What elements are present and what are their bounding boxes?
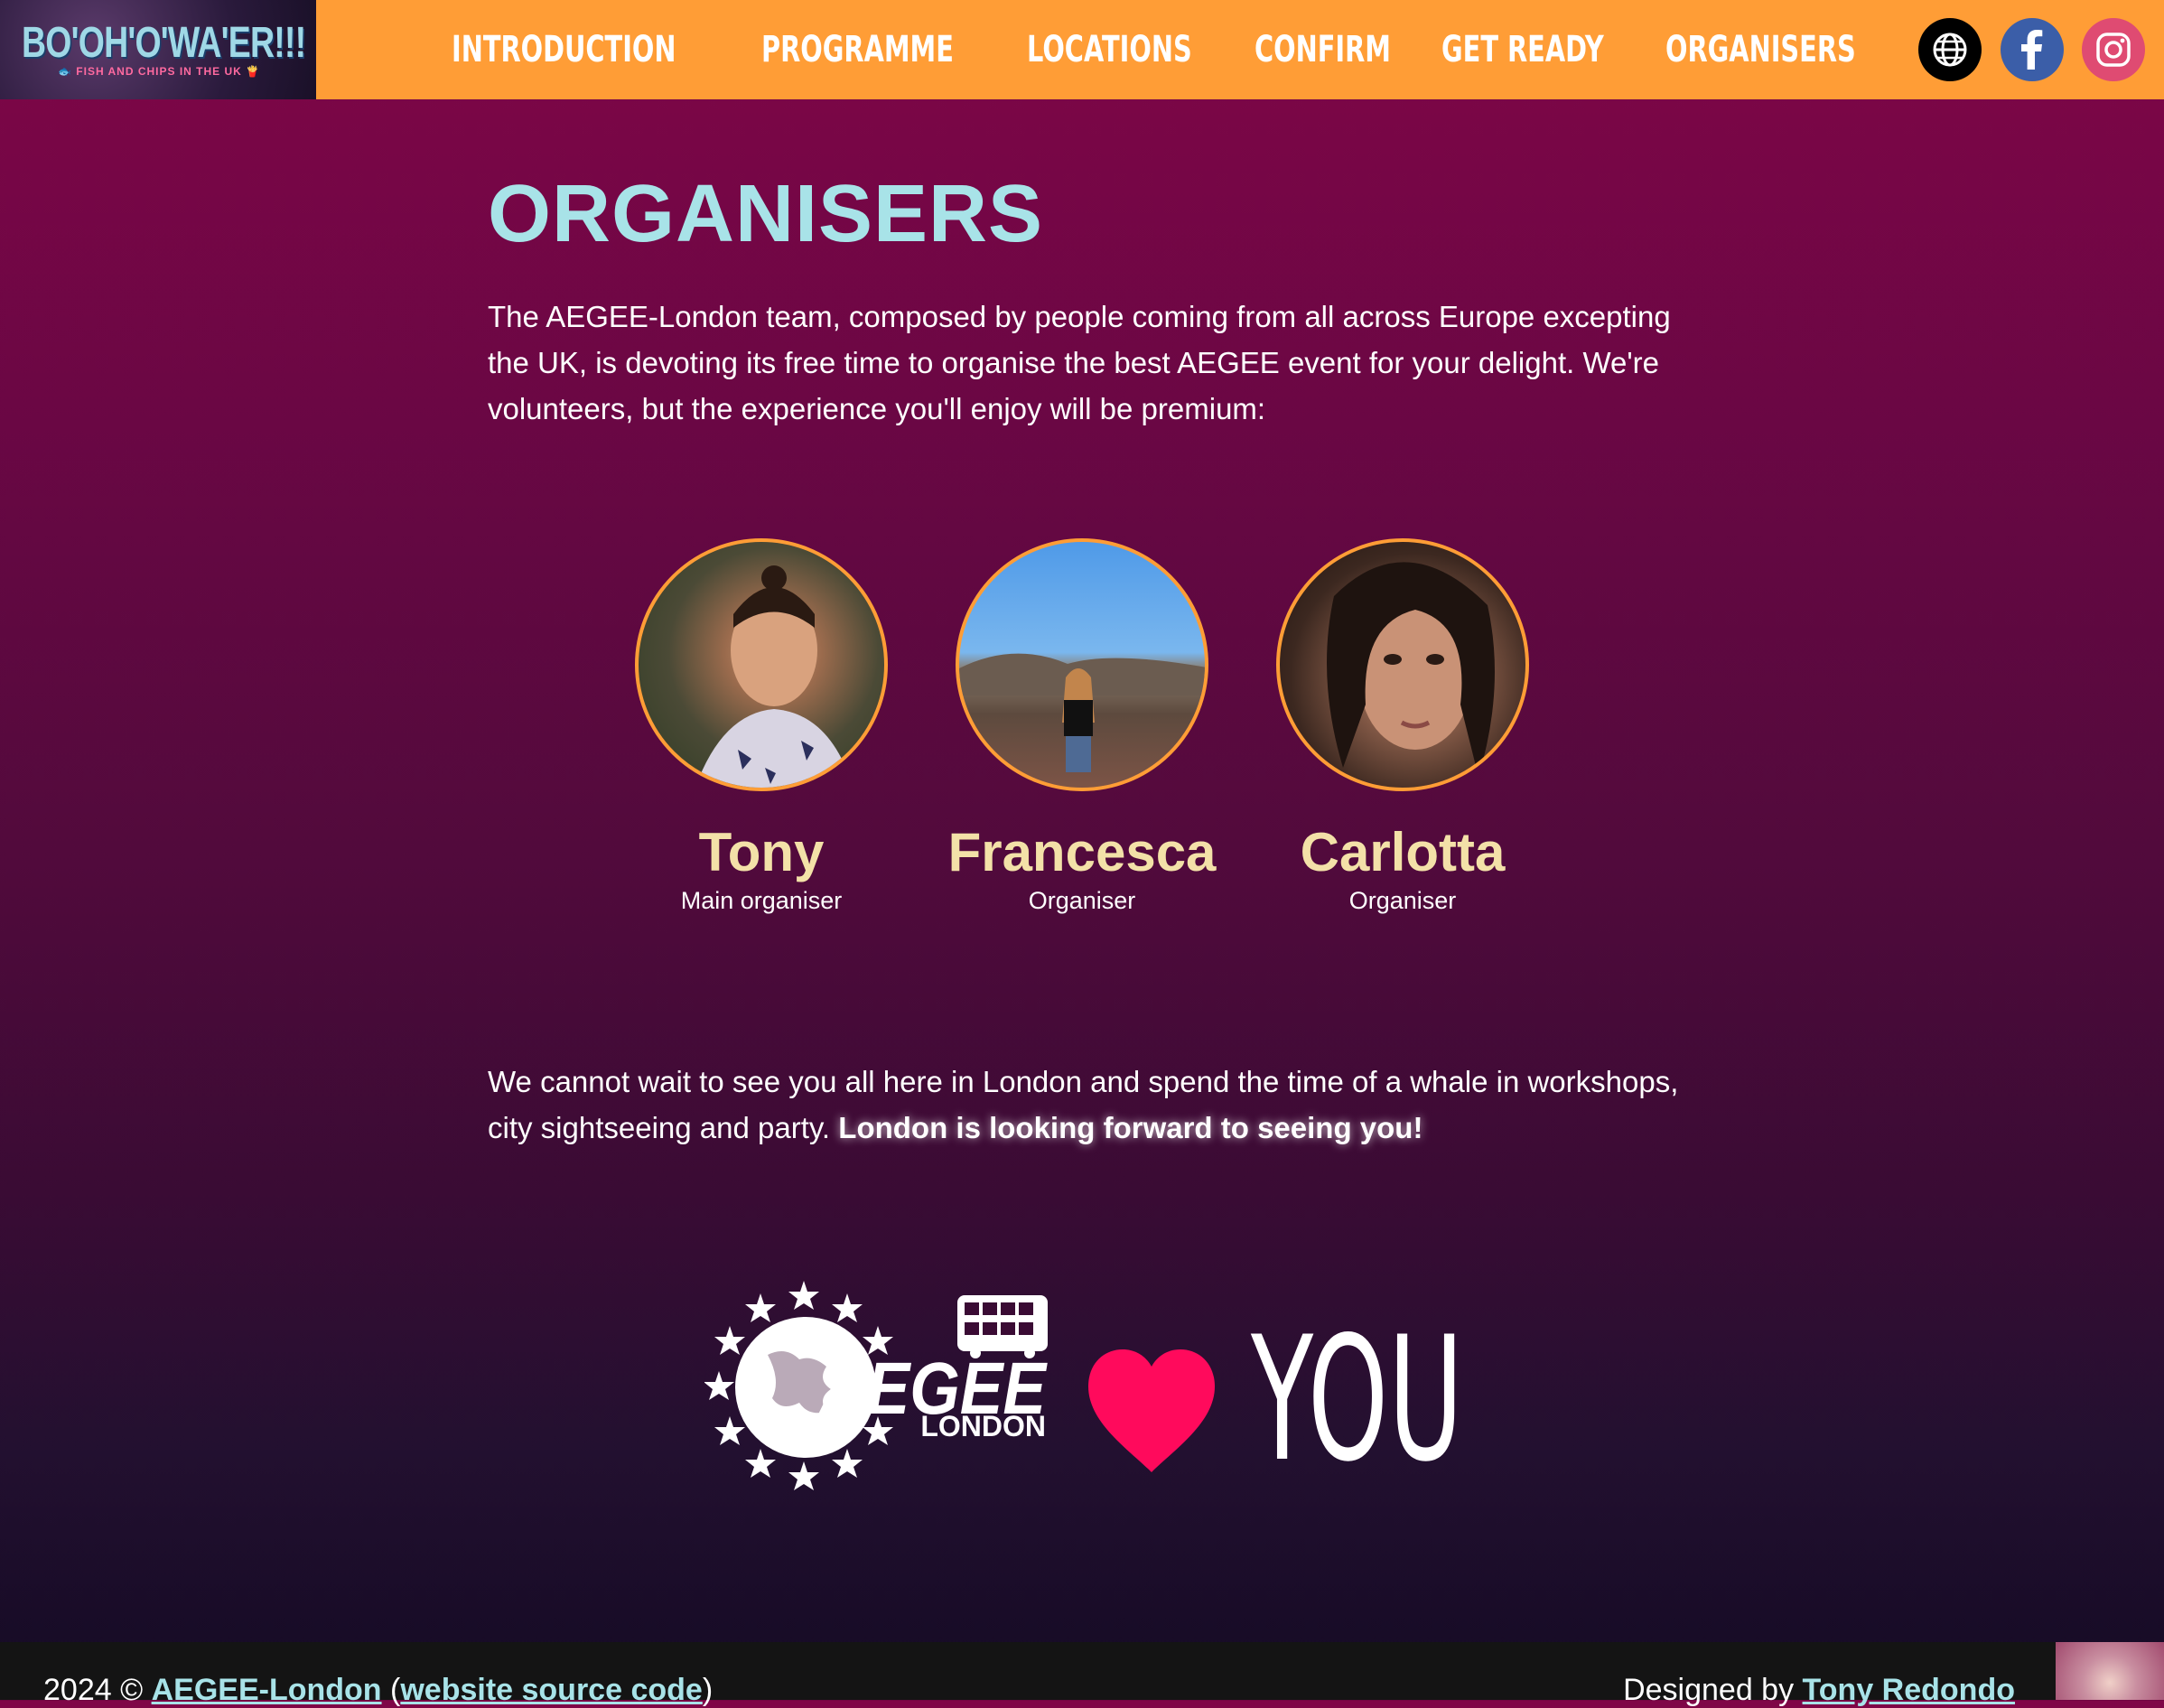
organiser-role: Main organiser [680,887,843,914]
page-title: ORGANISERS [488,169,1044,259]
copyright-text: 2024 © [43,1673,144,1707]
organiser-name: Francesca [947,822,1217,882]
designer-link[interactable]: Tony Redondo [1803,1673,2015,1707]
footer: 2024 © AEGEE-London (website source code… [0,1642,2164,1707]
site-logo[interactable]: BO'OH'O'WA'ER!!! 🐟 FISH AND CHIPS IN THE… [0,0,316,99]
organiser-role: Organiser [1348,887,1457,914]
nav-confirm[interactable]: CONFIRM [1255,29,1391,70]
organiser-card: Carlotta Organiser [1267,538,1538,915]
organiser-name: Tony [698,822,825,882]
facebook-icon[interactable] [2001,18,2064,81]
outro-highlight: London is looking forward to seeing you! [838,1111,1423,1144]
instagram-icon[interactable] [2082,18,2145,81]
nav-links: INTRODUCTION PROGRAMME LOCATIONS CONFIRM… [452,0,1968,99]
outro-paragraph: We cannot wait to see you all here in Lo… [488,1059,1689,1151]
nav-get-ready[interactable]: GET READY [1441,29,1604,70]
footer-copyright: 2024 © AEGEE-London (website source code… [43,1673,714,1707]
nav-introduction[interactable]: INTRODUCTION [452,29,676,70]
organiser-card: Tony Main organiser [626,538,897,915]
organiser-role: Organiser [1028,887,1136,914]
organiser-photo [956,538,1208,791]
logo-title: BO'OH'O'WA'ER!!! [22,19,306,67]
nav-programme[interactable]: PROGRAMME [761,29,954,70]
aegee-london-logo: AEGEE LONDON [704,1281,1048,1490]
organiser-photo [1276,538,1529,791]
aegee-london-link[interactable]: AEGEE-London [152,1673,382,1707]
heart-icon [1088,1349,1215,1472]
designer-avatar[interactable] [2056,1642,2164,1700]
aegee-loves-you-banner: AEGEE LONDON YOU [704,1281,1463,1499]
footer-credit: Designed by Tony Redondo [1623,1673,2015,1708]
nav-organisers[interactable]: ORGANISERS [1665,29,1856,70]
designed-by-text: Designed by [1623,1673,1795,1707]
source-code-link[interactable]: website source code [400,1673,702,1707]
you-text: YOU [1250,1300,1463,1499]
top-nav: BO'OH'O'WA'ER!!! 🐟 FISH AND CHIPS IN THE… [0,0,2164,99]
logo-subtitle: 🐟 FISH AND CHIPS IN THE UK 🍟 [58,65,261,78]
organiser-card: Francesca Organiser [947,538,1217,915]
organiser-name: Carlotta [1300,822,1506,882]
organiser-photo [635,538,888,791]
intro-paragraph: The AEGEE-London team, composed by peopl… [488,300,1671,425]
globe-icon[interactable] [1918,18,1982,81]
logo-sub: LONDON [920,1410,1046,1442]
nav-locations[interactable]: LOCATIONS [1027,29,1192,70]
